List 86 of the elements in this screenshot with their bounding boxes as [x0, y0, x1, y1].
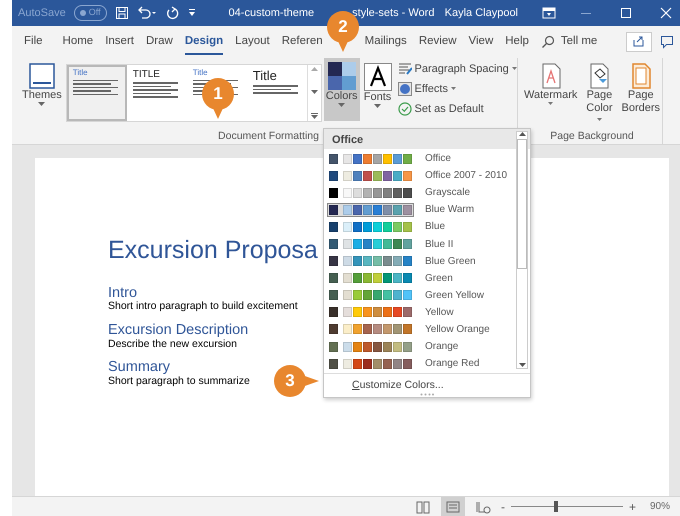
zoom-in-button[interactable]: +	[628, 498, 636, 516]
ribbon-button[interactable]: Effects	[396, 79, 519, 99]
close-icon[interactable]	[660, 7, 672, 19]
ribbon-tab[interactable]: Referen	[276, 31, 329, 53]
section-heading: Summary	[108, 360, 170, 376]
document-title: style-sets - Word	[352, 6, 434, 21]
customize-colors-link[interactable]: Customize Colors...	[352, 378, 444, 394]
color-scheme-item[interactable]: Yellow	[324, 304, 514, 321]
color-scheme-item[interactable]: Blue Green	[324, 252, 514, 270]
color-scheme-item[interactable]: Yellow Orange	[324, 320, 514, 338]
ribbon-button[interactable]: Paragraph Spacing	[396, 59, 519, 79]
caret-icon	[374, 104, 382, 109]
effects-icon	[398, 82, 412, 96]
style-set-thumbnail[interactable]: Title	[66, 65, 127, 121]
style-set-thumbnail[interactable]: Title	[246, 65, 307, 121]
paragraph-spacing-icon	[398, 62, 412, 76]
body-text: Describe the new excursion	[108, 338, 237, 350]
save-icon[interactable]	[114, 6, 129, 20]
color-scheme-item[interactable]: Office 2007 - 2010	[324, 167, 514, 184]
redo-icon[interactable]	[164, 6, 179, 20]
scroll-down-icon[interactable]	[518, 363, 526, 368]
expand-icon[interactable]	[310, 113, 318, 119]
ribbon-button[interactable]: Page Borders	[619, 62, 662, 116]
fonts-icon	[364, 63, 392, 91]
ribbon-tab[interactable]: Help	[499, 31, 535, 53]
ribbon-tab[interactable]: Draw	[140, 31, 179, 53]
color-scheme-item[interactable]: Green Yellow	[324, 286, 514, 304]
zoom-level: 90%	[650, 500, 670, 514]
user-name: Kayla Claypool	[444, 6, 518, 21]
color-scheme-item[interactable]: Blue Warm	[324, 201, 514, 218]
zoom-out-button[interactable]: -	[500, 498, 505, 516]
slider-thumb[interactable]	[554, 501, 558, 512]
colors-button[interactable]: Colors	[324, 58, 360, 121]
document-title: 04-custom-theme	[228, 6, 314, 21]
book-icon	[414, 498, 431, 514]
autosave-label: AutoSave	[18, 6, 66, 21]
caret-icon	[38, 102, 46, 107]
color-scheme-item[interactable]: Orange Red	[324, 355, 514, 372]
scroll-up-icon[interactable]	[518, 132, 526, 137]
tell-me-box[interactable]: Tell me	[554, 31, 604, 53]
page-icon	[444, 498, 461, 514]
scrollbar[interactable]	[516, 131, 528, 369]
ribbon-button[interactable]: Page Color	[583, 62, 616, 128]
colors-icon	[328, 62, 356, 90]
ribbon-tab[interactable]: Design	[178, 31, 230, 53]
maximize-icon[interactable]	[620, 7, 632, 19]
ribbon-tab[interactable]: Mailings	[358, 31, 413, 53]
body-text: Short intro paragraph to build excitement	[108, 301, 298, 313]
callout-tooltip: 1	[202, 78, 234, 120]
group-label: Page Background	[549, 129, 635, 144]
section-heading: Intro	[108, 286, 138, 301]
section-heading: Excursion Description	[108, 322, 248, 339]
ribbon-button[interactable]: Set as Default	[396, 99, 519, 119]
ribbon-display-icon[interactable]	[542, 7, 556, 19]
ribbon-tab[interactable]: Home	[56, 31, 100, 53]
color-scheme-item[interactable]: Orange	[324, 338, 514, 356]
ribbon-tab[interactable]: View	[462, 31, 500, 53]
share-icon[interactable]	[626, 32, 652, 52]
color-scheme-item[interactable]: Grayscale	[324, 184, 514, 202]
style-set-thumbnail[interactable]: TITLE	[126, 65, 187, 121]
view-button[interactable]	[440, 497, 465, 516]
themes-icon	[28, 63, 55, 89]
color-scheme-item[interactable]: Blue II	[324, 235, 514, 253]
ribbon-button[interactable]: Watermark	[522, 62, 580, 107]
ribbon-tab[interactable]: Review	[412, 31, 463, 53]
ribbon-tab[interactable]: Layout	[229, 31, 276, 53]
comment-icon[interactable]	[660, 35, 674, 49]
resize-grip-icon	[420, 393, 434, 396]
document-heading: Excursion Proposa	[108, 235, 318, 266]
fonts-button[interactable]: Fonts	[362, 62, 394, 110]
scrollbar-thumb[interactable]	[517, 139, 527, 269]
search-icon[interactable]	[540, 35, 555, 49]
themes-button[interactable]: Themes	[20, 62, 64, 108]
color-scheme-item[interactable]: Green	[324, 270, 514, 287]
ribbon-tab[interactable]: Insert	[99, 31, 140, 53]
color-scheme-item[interactable]: Blue	[324, 218, 514, 236]
ribbon-tab[interactable]: File	[18, 31, 49, 53]
undo-icon[interactable]	[136, 6, 157, 20]
check-circle-icon	[398, 102, 412, 116]
scroll-down-icon[interactable]	[310, 90, 318, 95]
group-label: Document Formatting	[218, 129, 319, 144]
body-text: Short paragraph to summarize	[108, 376, 250, 388]
menu-header: Office	[324, 129, 530, 149]
callout-tooltip: 3	[274, 365, 320, 397]
color-scheme-item[interactable]: Office	[324, 150, 514, 168]
caret-icon	[338, 102, 346, 108]
